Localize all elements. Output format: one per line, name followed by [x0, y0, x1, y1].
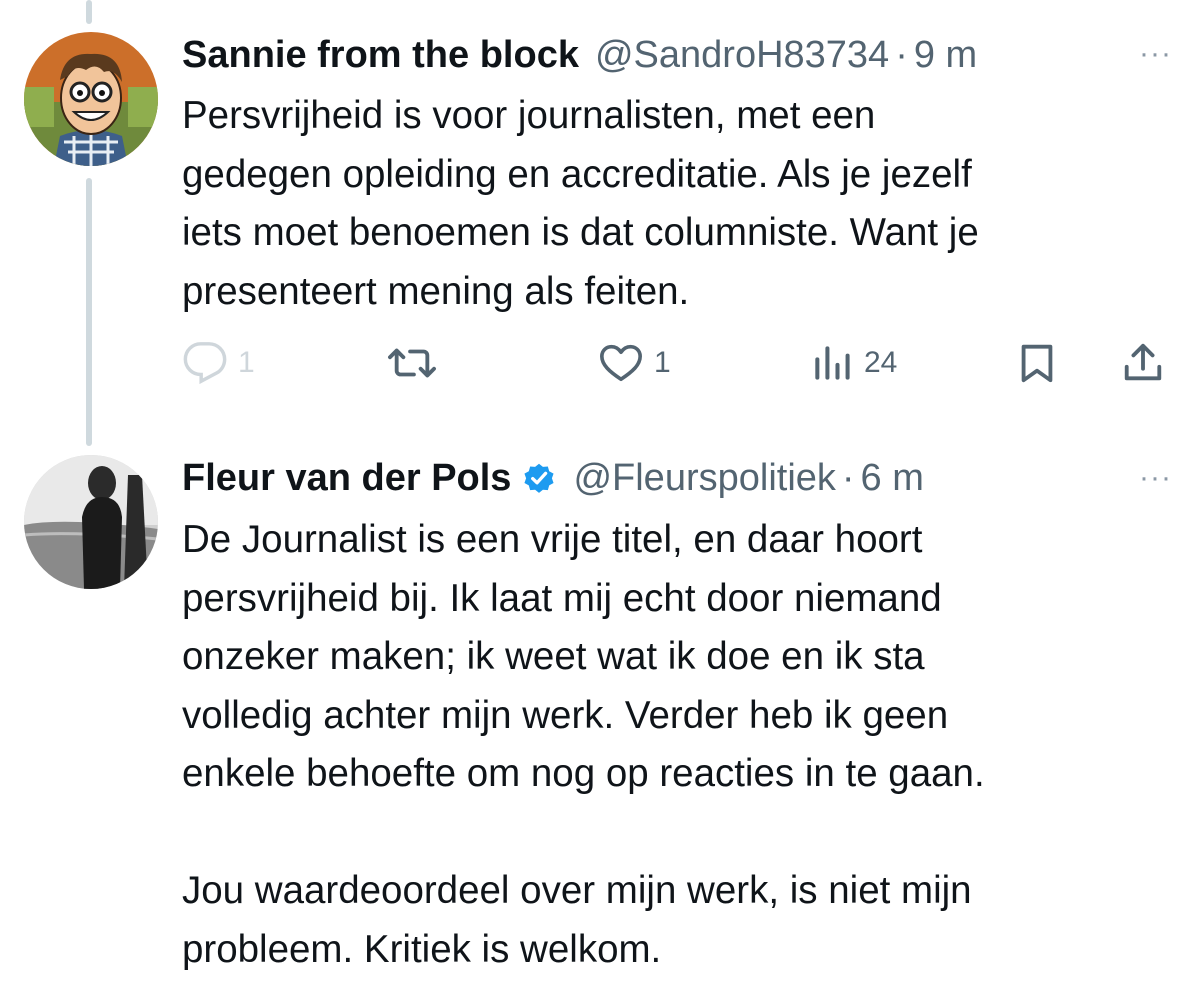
tweet-text-line: presenteert mening als feiten. — [182, 269, 690, 313]
more-options-icon[interactable]: ··· — [1139, 39, 1172, 69]
retweet-button[interactable] — [386, 338, 438, 388]
author-handle[interactable]: @SandroH83734 — [595, 31, 889, 79]
separator-dot: · — [841, 457, 855, 499]
like-button[interactable]: 1 — [598, 338, 671, 388]
timestamp[interactable]: 6 m — [861, 454, 924, 502]
tweet-text-line: probleem. Kritiek is welkom. — [182, 927, 662, 971]
views-count: 24 — [864, 346, 898, 379]
tweet-text-line: volledig achter mijn werk. Verder heb ik… — [182, 693, 949, 737]
tweet-text-line: onzeker maken; ik weet wat ik doe en ik … — [182, 635, 925, 678]
tweet-text-line: gedegen opleiding en accreditatie. Als j… — [182, 152, 972, 196]
thread-line-connector — [86, 178, 92, 446]
views-button[interactable]: 24 — [810, 338, 897, 388]
avatar-fleur[interactable] — [24, 455, 158, 589]
tweet-text: De Journalist is een vrije titel, en daa… — [182, 511, 1172, 979]
tweet-header: Sannie from the block @SandroH83734 · 9 … — [182, 31, 977, 79]
author-handle[interactable]: @Fleurspolitiek — [573, 454, 835, 502]
tweet-text-line: iets moet benoemen is dat columniste. Wa… — [182, 211, 979, 254]
retweet-icon — [388, 348, 436, 378]
verified-badge-icon — [521, 460, 557, 496]
avatar-sannie[interactable] — [24, 32, 158, 166]
like-count: 1 — [654, 346, 671, 379]
views-icon — [815, 346, 850, 380]
bookmark-button[interactable] — [1014, 338, 1060, 388]
reply-count: 1 — [238, 346, 255, 379]
more-options-icon[interactable]: ··· — [1139, 463, 1172, 493]
reply-button[interactable]: 1 — [182, 338, 255, 388]
tweet-text-line: De Journalist is een vrije titel, en daa… — [182, 518, 923, 561]
share-button[interactable] — [1120, 338, 1166, 388]
share-icon — [1124, 343, 1162, 381]
cartoon-avatar-icon — [24, 32, 158, 166]
thread-line-top — [86, 0, 92, 24]
bookmark-icon — [1021, 344, 1053, 383]
author-name[interactable]: Fleur van der Pols — [182, 454, 511, 502]
like-icon — [600, 344, 642, 382]
reply-icon — [183, 342, 227, 385]
tweet-text-line: persvrijheid bij. Ik laat mij echt door … — [182, 576, 942, 620]
tweet-header: Fleur van der Pols @Fleurspolitiek · 6 m — [182, 454, 924, 502]
tweet-text-line: Jou waardeoordeel over mijn werk, is nie… — [182, 869, 972, 912]
separator-dot: · — [895, 34, 908, 76]
tweet-text-line: enkele behoefte om nog op reacties in te… — [182, 752, 985, 795]
tweet-text-line: Persvrijheid is voor journalisten, met e… — [182, 94, 876, 137]
tweet-text: Persvrijheid is voor journalisten, met e… — [182, 87, 1172, 321]
profile-photo-icon — [24, 455, 158, 589]
author-name[interactable]: Sannie from the block — [182, 31, 579, 79]
timestamp[interactable]: 9 m — [914, 31, 977, 79]
